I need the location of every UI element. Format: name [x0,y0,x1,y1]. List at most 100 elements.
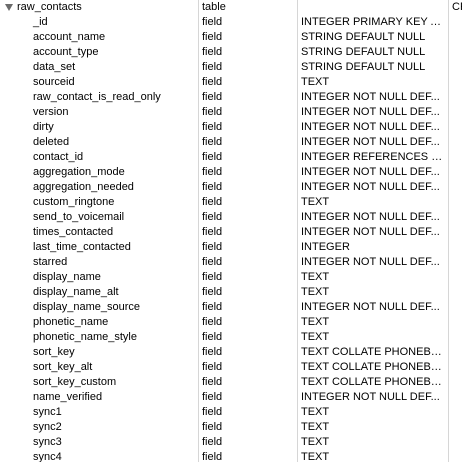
field-type: field [202,271,223,283]
field-name: phonetic_name [33,316,109,328]
field-definition: STRING DEFAULT NULL [301,31,426,43]
field-name: data_set [33,61,76,73]
name-cell: dirty [0,120,197,135]
extra-cell [448,225,462,240]
extra-cell [448,90,462,105]
field-type: field [202,196,223,208]
type-cell: field [198,345,297,360]
table-row[interactable]: version field INTEGER NOT NULL DEF... [0,105,462,120]
table-row[interactable]: custom_ringtone field TEXT [0,195,462,210]
table-row[interactable]: contact_id field INTEGER REFERENCES co... [0,150,462,165]
table-row[interactable]: last_time_contacted field INTEGER [0,240,462,255]
field-definition: INTEGER NOT NULL DEF... [301,121,440,133]
type-cell: field [198,210,297,225]
name-cell: raw_contact_is_read_only [0,90,197,105]
extra-cell [448,165,462,180]
table-row-root[interactable]: raw_contacts table CR [0,0,462,15]
field-type: field [202,46,223,58]
table-row[interactable]: sync3 field TEXT [0,435,462,450]
field-type: field [202,391,223,403]
table-row[interactable]: display_name field TEXT [0,270,462,285]
extra-cell [448,360,462,375]
definition-cell: INTEGER PRIMARY KEY A... [297,15,448,30]
table-row[interactable]: times_contacted field INTEGER NOT NULL DEF… [0,225,462,240]
field-name: sort_key_alt [33,361,93,373]
name-cell: name_verified [0,390,197,405]
table-row[interactable]: raw_contact_is_read_only field INTEGER NOT… [0,90,462,105]
field-type: field [202,226,223,238]
definition-cell: TEXT [297,405,448,420]
table-row[interactable]: _id field INTEGER PRIMARY KEY A... [0,15,462,30]
type-cell: field [198,75,297,90]
field-name: raw_contact_is_read_only [33,91,161,103]
extra-cell [448,60,462,75]
extra-cell [448,180,462,195]
table-row[interactable]: dirty field INTEGER NOT NULL DEF... [0,120,462,135]
extra-cell [448,255,462,270]
extra-column-label: CR [452,1,462,13]
table-row[interactable]: sort_key_alt field TEXT COLLATE PHONEBOOK [0,360,462,375]
name-cell: display_name_alt [0,285,197,300]
field-definition: INTEGER NOT NULL DEF... [301,91,440,103]
table-row[interactable]: send_to_voicemail field INTEGER NOT NULL D… [0,210,462,225]
field-name: display_name_source [33,301,141,313]
disclosure-triangle-icon[interactable] [5,4,13,11]
field-type: field [202,16,223,28]
type-cell: field [198,180,297,195]
table-row[interactable]: sync4 field TEXT [0,450,462,462]
field-definition: INTEGER [301,241,350,253]
table-row[interactable]: account_type field STRING DEFAULT NULL [0,45,462,60]
field-name: deleted [33,136,70,148]
field-name: sync4 [33,451,62,462]
extra-cell [448,30,462,45]
table-row[interactable]: name_verified field INTEGER NOT NULL DEF..… [0,390,462,405]
field-definition: TEXT [301,196,330,208]
field-definition: TEXT [301,436,330,448]
type-cell: field [198,360,297,375]
table-row[interactable]: starred field INTEGER NOT NULL DEF... [0,255,462,270]
field-name: name_verified [33,391,103,403]
table-row[interactable]: sourceid field TEXT [0,75,462,90]
definition-cell: INTEGER NOT NULL DEF... [297,90,448,105]
field-name: _id [33,16,48,28]
extra-cell [448,330,462,345]
type-cell: field [198,435,297,450]
type-cell: field [198,285,297,300]
table-row[interactable]: phonetic_name_style field TEXT [0,330,462,345]
table-row[interactable]: sort_key field TEXT COLLATE PHONEBOOK [0,345,462,360]
table-row[interactable]: sync1 field TEXT [0,405,462,420]
field-type: field [202,61,223,73]
name-cell: starred [0,255,197,270]
table-row[interactable]: deleted field INTEGER NOT NULL DEF... [0,135,462,150]
type-cell: table [198,0,297,15]
extra-cell [448,435,462,450]
field-name: contact_id [33,151,84,163]
table-row[interactable]: display_name_source field INTEGER NOT NULL… [0,300,462,315]
extra-cell [448,405,462,420]
table-row[interactable]: sort_key_custom field TEXT COLLATE PHONEBO… [0,375,462,390]
table-row[interactable]: display_name_alt field TEXT [0,285,462,300]
table-row[interactable]: aggregation_needed field INTEGER NOT NULL … [0,180,462,195]
table-row[interactable]: phonetic_name field TEXT [0,315,462,330]
table-row[interactable]: aggregation_mode field INTEGER NOT NULL DE… [0,165,462,180]
type-cell: field [198,15,297,30]
field-name: sync2 [33,421,62,433]
name-cell: contact_id [0,150,197,165]
field-name: sort_key_custom [33,376,117,388]
table-row[interactable]: account_name field STRING DEFAULT NULL [0,30,462,45]
field-type: field [202,136,223,148]
table-row[interactable]: sync2 field TEXT [0,420,462,435]
type-cell: field [198,240,297,255]
extra-cell [448,420,462,435]
extra-cell [448,345,462,360]
field-definition: INTEGER REFERENCES co... [301,151,446,163]
extra-cell [448,240,462,255]
field-type: field [202,256,223,268]
field-definition: INTEGER NOT NULL DEF... [301,301,440,313]
name-cell: sort_key [0,345,197,360]
field-definition: INTEGER NOT NULL DEF... [301,226,440,238]
table-row[interactable]: data_set field STRING DEFAULT NULL [0,60,462,75]
name-cell: last_time_contacted [0,240,197,255]
extra-cell [448,300,462,315]
field-name: last_time_contacted [33,241,131,253]
